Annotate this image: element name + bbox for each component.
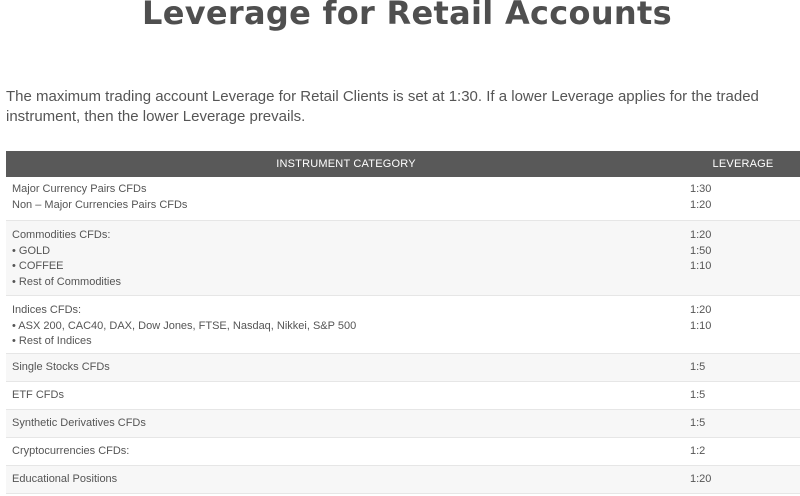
leverage-value: 1:20 [690,198,712,211]
category-line: Non – Major Currencies Pairs CFDs [12,198,188,211]
table-row: Single Stocks CFDs 1:5 [6,354,800,382]
intro-paragraph: The maximum trading account Leverage for… [6,88,759,125]
row-category: Commodities CFDs: • GOLD • COFFEE • Rest… [6,228,686,295]
row-category: Synthetic Derivatives CFDs [6,416,686,437]
header-instrument-category: INSTRUMENT CATEGORY [276,158,416,170]
leverage-value: 1:5 [690,389,706,401]
category-line: Educational Positions [12,473,118,485]
row-leverage: 1:20 1:10 [686,303,800,353]
table-row: Major Currency Pairs CFDs Non – Major Cu… [6,177,800,221]
row-category: Major Currency Pairs CFDs Non – Major Cu… [6,182,686,220]
table-header: INSTRUMENT CATEGORY LEVERAGE [6,151,800,177]
row-leverage: 1:30 1:20 [686,182,800,220]
row-leverage: 1:5 [686,388,800,409]
category-line: Cryptocurrencies CFDs: [12,445,130,457]
table-row: Cryptocurrencies CFDs: 1:2 [6,438,800,466]
category-line: ETF CFDs [12,389,64,401]
row-category: Single Stocks CFDs [6,360,686,381]
category-line: Major Currency Pairs CFDs [12,183,147,195]
leverage-value: 1:30 [690,183,712,195]
table-row: Synthetic Derivatives CFDs 1:5 [6,410,800,438]
row-leverage: 1:5 [686,416,800,437]
header-leverage: LEVERAGE [712,158,774,170]
page-title: Leverage for Retail Accounts [142,0,672,32]
category-line: • COFFEE [12,260,64,272]
leverage-value: 1:5 [690,417,706,429]
row-category: Indices CFDs: • ASX 200, CAC40, DAX, Dow… [6,303,686,353]
category-line: • GOLD [12,244,51,257]
row-leverage: 1:20 [686,472,800,493]
leverage-value: 1:5 [690,361,706,373]
row-leverage: 1:5 [686,360,800,381]
row-category: Cryptocurrencies CFDs: [6,444,686,465]
table-row: Commodities CFDs: • GOLD • COFFEE • Rest… [6,221,800,296]
leverage-value: 1:10 [690,319,712,332]
category-line: • Rest of Indices [12,335,92,347]
category-line: Commodities CFDs: [12,229,111,241]
leverage-value: 1:2 [690,445,706,457]
category-line: • ASX 200, CAC40, DAX, Dow Jones, FTSE, … [12,319,357,332]
table-row: Indices CFDs: • ASX 200, CAC40, DAX, Dow… [6,296,800,354]
leverage-value: 1:10 [690,260,712,272]
leverage-value: 1:20 [690,304,712,316]
category-line: • Rest of Commodities [12,275,121,288]
category-line: Indices CFDs: [12,304,82,316]
leverage-value: 1:20 [690,473,712,485]
row-category: ETF CFDs [6,388,686,409]
category-line: Single Stocks CFDs [12,361,110,373]
leverage-value: 1:50 [690,244,712,257]
row-leverage: 1:2 [686,444,800,465]
category-line: Synthetic Derivatives CFDs [12,417,146,429]
leverage-value: 1:20 [690,229,712,241]
table-row: Educational Positions 1:20 [6,466,800,494]
leverage-table: INSTRUMENT CATEGORY LEVERAGE Major Curre… [6,151,800,494]
row-category: Educational Positions [6,472,686,493]
table-row: ETF CFDs 1:5 [6,382,800,410]
row-leverage: 1:20 1:50 1:10 [686,228,800,295]
